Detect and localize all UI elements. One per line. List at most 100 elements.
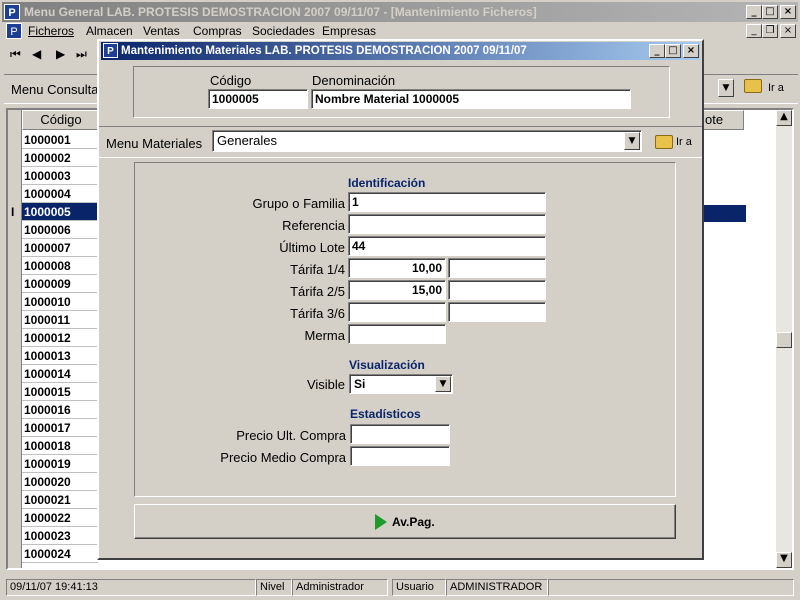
menu-sociedades[interactable]: Sociedades (252, 24, 315, 38)
visible-label: Visible (306, 377, 345, 392)
grid-selected-row-right (700, 205, 746, 222)
play-arrow-icon (375, 514, 387, 530)
menu-materiales-dropdown-button[interactable]: ▼ (624, 132, 640, 150)
table-row[interactable]: 1000008 (22, 257, 98, 275)
mdi-icon: P (6, 23, 22, 39)
tarifa14-field[interactable]: 10,00 (348, 258, 446, 278)
visible-dropdown-button[interactable]: ▼ (435, 376, 451, 392)
menu-consultas-dropdown-button[interactable]: ▼ (718, 79, 734, 97)
status-usuario-label: Usuario (392, 579, 446, 596)
denominacion-field[interactable]: Nombre Material 1000005 (311, 89, 631, 109)
tarifa14-label: Tárifa 1/4 (290, 262, 345, 277)
grid-vertical-scrollbar[interactable]: ▲ ▼ (776, 110, 792, 568)
table-row[interactable]: 1000023 (22, 527, 98, 545)
av-pag-label: Av.Pag. (392, 515, 435, 529)
grid-header-right[interactable]: ote (700, 110, 744, 130)
scroll-down-button[interactable]: ▼ (776, 552, 792, 568)
tarifa25-field[interactable]: 15,00 (348, 280, 446, 300)
tarifa36-field-2[interactable] (448, 302, 546, 322)
table-row[interactable]: 1000012 (22, 329, 98, 347)
menu-empresas[interactable]: Empresas (322, 24, 376, 38)
table-row[interactable]: 1000006 (22, 221, 98, 239)
status-empty (548, 579, 794, 596)
table-row[interactable]: 1000004 (22, 185, 98, 203)
table-row[interactable]: 1000014 (22, 365, 98, 383)
av-pag-button[interactable]: Av.Pag. (134, 504, 676, 539)
table-row[interactable]: 1000019 (22, 455, 98, 473)
table-row[interactable]: 1000005 (22, 203, 98, 221)
dialog-close-button[interactable]: × (683, 44, 699, 58)
precio-ult-field[interactable] (350, 424, 450, 444)
precio-medio-field[interactable] (350, 446, 450, 466)
table-row[interactable]: 1000022 (22, 509, 98, 527)
app-icon: P (4, 4, 20, 20)
minimize-button[interactable]: _ (746, 5, 762, 19)
grupo-field[interactable]: 1 (348, 192, 546, 212)
identificacion-title: Identificación (348, 176, 426, 190)
menu-ventas[interactable]: Ventas (143, 24, 180, 38)
table-row[interactable]: 1000010 (22, 293, 98, 311)
denominacion-label: Denominación (312, 73, 396, 88)
mdi-restore-button[interactable]: ❐ (762, 24, 778, 38)
last-record-icon[interactable]: ⏭ (76, 47, 87, 62)
table-row[interactable]: 1000018 (22, 437, 98, 455)
table-row[interactable]: 1000024 (22, 545, 98, 563)
table-row[interactable]: 1000011 (22, 311, 98, 329)
next-record-icon[interactable]: ▶ (56, 47, 65, 61)
main-ir-a-folder-icon[interactable] (744, 79, 762, 93)
visible-value: Si (354, 377, 366, 391)
dialog-app-icon: P (103, 43, 118, 58)
estadisticos-title: Estadísticos (350, 407, 421, 421)
mdi-close-button[interactable]: × (780, 24, 796, 38)
merma-field[interactable] (348, 324, 446, 344)
status-nivel-label: Nivel (256, 579, 292, 596)
tarifa25-field-2[interactable] (448, 280, 546, 300)
tarifa36-label: Tárifa 3/6 (290, 306, 345, 321)
first-record-icon[interactable]: ⏮ (10, 47, 21, 62)
grupo-label: Grupo o Familia (252, 196, 345, 211)
menu-compras[interactable]: Compras (193, 24, 242, 38)
main-ir-a-label[interactable]: Ir a (768, 82, 784, 94)
table-row[interactable]: 1000001 (22, 131, 98, 149)
table-row[interactable]: 1000021 (22, 491, 98, 509)
maximize-button[interactable]: □ (762, 5, 778, 19)
grid-header-codigo[interactable]: Código (22, 110, 100, 130)
dialog-maximize-button[interactable]: □ (665, 44, 681, 58)
merma-label: Merma (304, 328, 345, 343)
scroll-up-button[interactable]: ▲ (776, 110, 792, 126)
grid-indicator-column (8, 110, 22, 568)
table-row[interactable]: 1000013 (22, 347, 98, 365)
dialog-minimize-button[interactable]: _ (649, 44, 665, 58)
table-row[interactable]: 1000016 (22, 401, 98, 419)
mdi-minimize-button[interactable]: _ (746, 24, 762, 38)
visible-select[interactable]: Si ▼ (349, 374, 453, 394)
menu-materiales-value: Generales (217, 133, 277, 148)
scroll-thumb[interactable] (776, 332, 792, 348)
table-row[interactable]: 1000017 (22, 419, 98, 437)
menu-ficheros[interactable]: Ficheros (28, 24, 74, 38)
main-window-title: Menu General LAB. PROTESIS DEMOSTRACION … (24, 5, 537, 19)
table-row[interactable]: 1000003 (22, 167, 98, 185)
table-row[interactable]: 1000015 (22, 383, 98, 401)
close-button[interactable]: × (780, 5, 796, 19)
menu-materiales-select[interactable]: Generales ▼ (212, 130, 642, 152)
ultimo-lote-field[interactable]: 44 (348, 236, 546, 256)
main-title-bar: P Menu General LAB. PROTESIS DEMOSTRACIO… (2, 2, 798, 22)
precio-medio-label: Precio Medio Compra (220, 450, 346, 465)
table-row[interactable]: 1000020 (22, 473, 98, 491)
table-row[interactable]: 1000009 (22, 275, 98, 293)
tarifa36-field[interactable] (348, 302, 446, 322)
menu-almacen[interactable]: Almacen (86, 24, 133, 38)
dialog-title: Mantenimiento Materiales LAB. PROTESIS D… (121, 45, 527, 57)
prev-record-icon[interactable]: ◀ (32, 47, 41, 61)
referencia-field[interactable] (348, 214, 546, 234)
codigo-label: Código (210, 73, 252, 88)
menu-consultas-label: Menu Consultas (11, 82, 105, 97)
table-row[interactable]: 1000007 (22, 239, 98, 257)
status-datetime: 09/11/07 19:41:13 (6, 579, 256, 596)
tarifa14-field-2[interactable] (448, 258, 546, 278)
table-row[interactable]: 1000002 (22, 149, 98, 167)
dialog-ir-a-label[interactable]: Ir a (676, 136, 692, 148)
dialog-ir-a-folder-icon[interactable] (655, 135, 673, 149)
codigo-field[interactable]: 1000005 (208, 89, 308, 109)
